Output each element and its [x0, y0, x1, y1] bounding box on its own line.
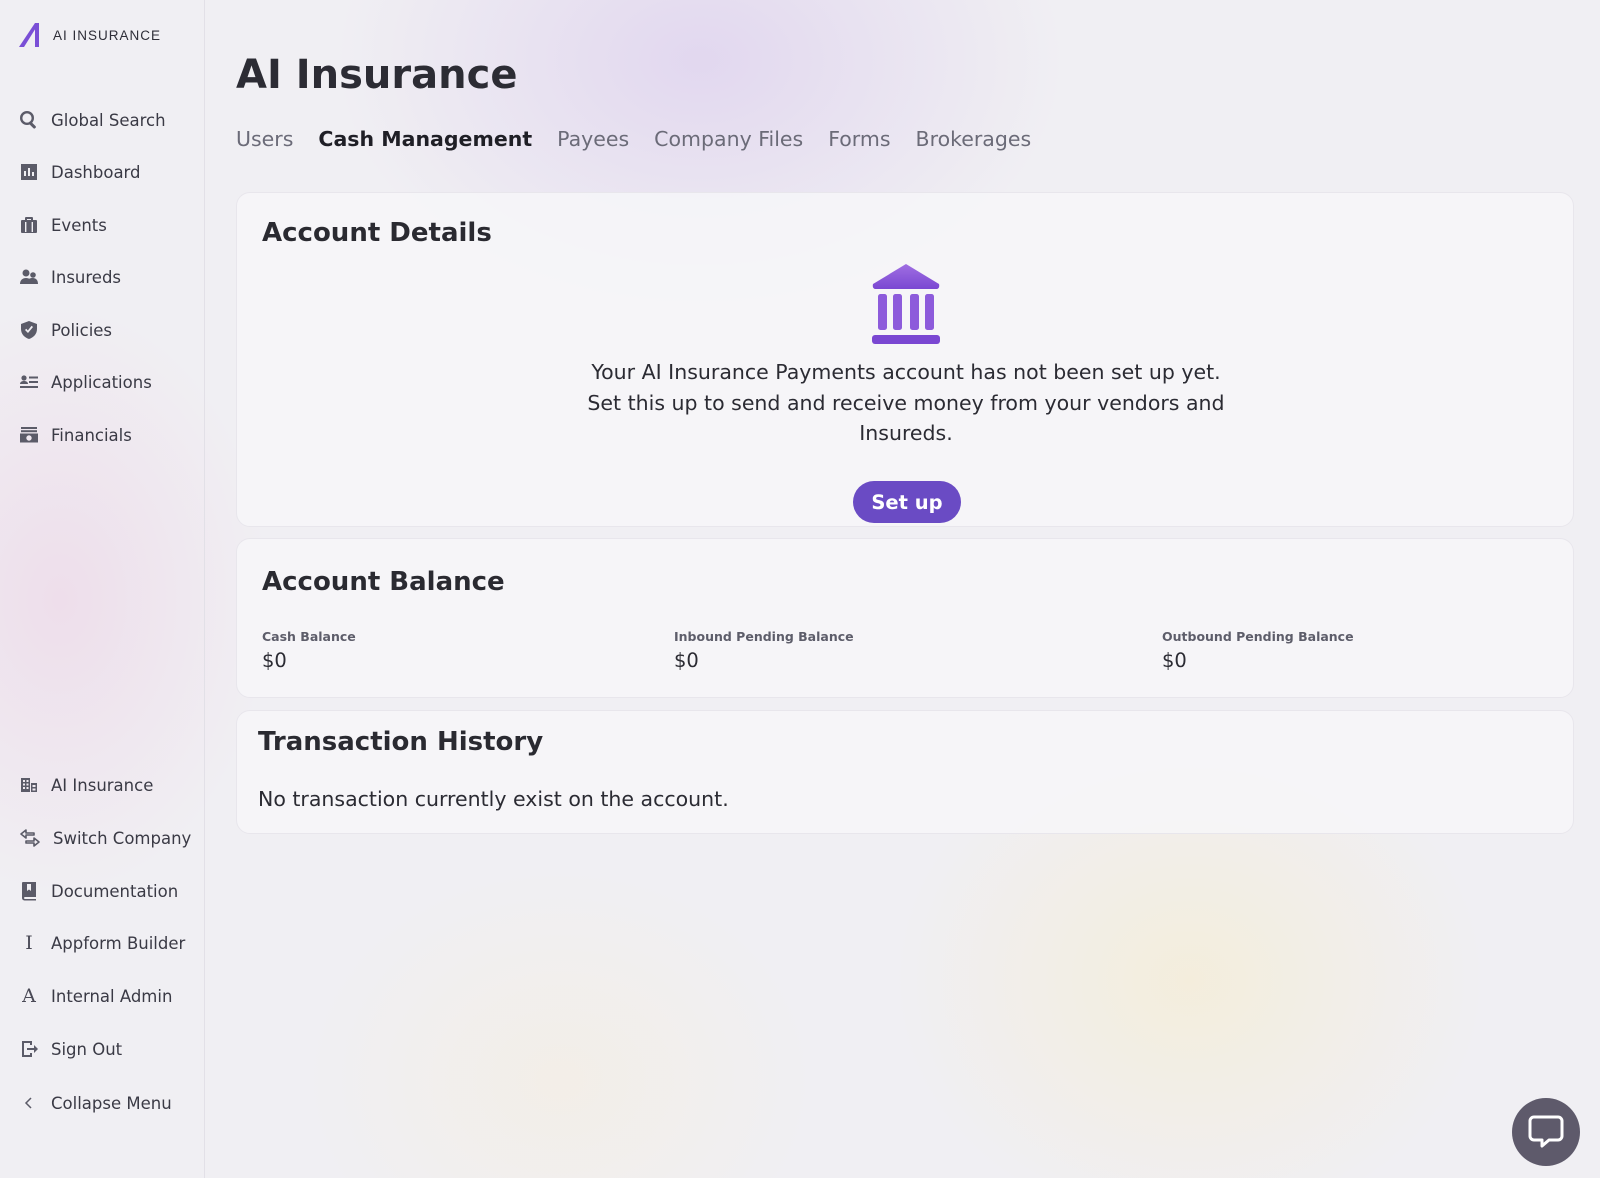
chat-icon	[1528, 1115, 1564, 1148]
sidebar-item-label: Insureds	[51, 267, 122, 287]
money-icon	[18, 424, 40, 446]
sidebar-item-label: Sign Out	[51, 1039, 123, 1059]
book-icon	[18, 880, 40, 902]
inbound-pending-balance-value: $0	[674, 649, 699, 672]
sidebar-item-label: AI Insurance	[51, 775, 154, 795]
page-title: AI Insurance	[236, 52, 518, 98]
chart-icon	[18, 161, 40, 183]
sidebar-item-appform-builder[interactable]: I Appform Builder	[18, 929, 185, 957]
letter-a-icon: A	[22, 985, 36, 1007]
search-icon	[18, 109, 40, 131]
logo-mark-icon	[19, 23, 39, 47]
cash-balance-label: Cash Balance	[262, 629, 356, 644]
sidebar-item-collapse-menu[interactable]: Collapse Menu	[18, 1089, 172, 1117]
setup-message: Your AI Insurance Payments account has n…	[537, 357, 1275, 449]
list-icon	[18, 371, 40, 393]
sidebar-item-label: Events	[51, 215, 107, 235]
tab-company-files[interactable]: Company Files	[654, 127, 803, 151]
sidebar-item-label: Policies	[51, 320, 113, 340]
sidebar-item-dashboard[interactable]: Dashboard	[18, 158, 141, 186]
sidebar-item-financials[interactable]: Financials	[18, 421, 132, 449]
users-icon	[18, 266, 40, 288]
sidebar-item-ai-insurance[interactable]: AI Insurance	[18, 771, 153, 799]
building-icon	[18, 774, 40, 796]
sidebar-item-label: Financials	[51, 425, 132, 445]
sign-out-icon	[18, 1038, 40, 1060]
sidebar-item-label: Internal Admin	[51, 986, 173, 1006]
transaction-history-title: Transaction History	[258, 727, 544, 757]
tab-bar: Users Cash Management Payees Company Fil…	[236, 127, 1031, 151]
tab-payees[interactable]: Payees	[557, 127, 629, 151]
sidebar-item-label: Collapse Menu	[51, 1093, 172, 1113]
tab-cash-management[interactable]: Cash Management	[318, 127, 532, 151]
sidebar-item-internal-admin[interactable]: A Internal Admin	[18, 982, 172, 1010]
setup-message-line: Insureds.	[859, 421, 953, 445]
sidebar: AI INSURANCE Global Search Dashboard Eve…	[0, 0, 205, 1178]
inbound-pending-balance-label: Inbound Pending Balance	[674, 629, 854, 644]
setup-message-line: Set this up to send and receive money fr…	[587, 390, 1225, 415]
shield-icon	[18, 319, 40, 341]
sidebar-item-sign-out[interactable]: Sign Out	[18, 1035, 122, 1063]
sidebar-item-insureds[interactable]: Insureds	[18, 263, 121, 291]
tab-brokerages[interactable]: Brokerages	[916, 127, 1032, 151]
setup-message-line: Your AI Insurance Payments account has n…	[591, 360, 1221, 384]
briefcase-icon	[18, 214, 40, 236]
chat-button[interactable]	[1512, 1098, 1580, 1166]
account-details-card: Account Details Your AI Insurance Paymen…	[236, 192, 1574, 527]
account-balance-card: Account Balance Cash Balance $0 Inbound …	[236, 538, 1574, 698]
transaction-empty-message: No transaction currently exist on the ac…	[258, 787, 729, 811]
set-up-button[interactable]: Set up	[853, 481, 961, 523]
sidebar-item-label: Switch Company	[53, 828, 192, 848]
cash-balance-value: $0	[262, 649, 287, 672]
sidebar-item-policies[interactable]: Policies	[18, 316, 112, 344]
sidebar-item-applications[interactable]: Applications	[18, 368, 152, 396]
sidebar-item-documentation[interactable]: Documentation	[18, 877, 178, 905]
sidebar-item-label: Documentation	[51, 881, 179, 901]
sidebar-item-label: Applications	[51, 372, 152, 392]
bank-icon	[872, 264, 940, 344]
chevron-left-icon	[18, 1092, 40, 1114]
outbound-pending-balance-label: Outbound Pending Balance	[1162, 629, 1354, 644]
letter-i-icon: I	[25, 932, 33, 954]
logo-text: AI INSURANCE	[53, 27, 162, 43]
sidebar-item-global-search[interactable]: Global Search	[18, 106, 166, 134]
tab-forms[interactable]: Forms	[828, 127, 890, 151]
outbound-pending-balance-value: $0	[1162, 649, 1187, 672]
switch-icon	[18, 827, 42, 849]
account-details-title: Account Details	[262, 218, 492, 248]
account-balance-title: Account Balance	[262, 567, 505, 597]
tab-users[interactable]: Users	[236, 127, 293, 151]
logo[interactable]: AI INSURANCE	[18, 22, 161, 48]
transaction-history-card: Transaction History No transaction curre…	[236, 710, 1574, 834]
sidebar-item-label: Appform Builder	[51, 933, 186, 953]
sidebar-item-switch-company[interactable]: Switch Company	[18, 824, 191, 852]
sidebar-item-label: Dashboard	[51, 162, 141, 182]
sidebar-item-label: Global Search	[51, 110, 166, 130]
sidebar-item-events[interactable]: Events	[18, 211, 107, 239]
